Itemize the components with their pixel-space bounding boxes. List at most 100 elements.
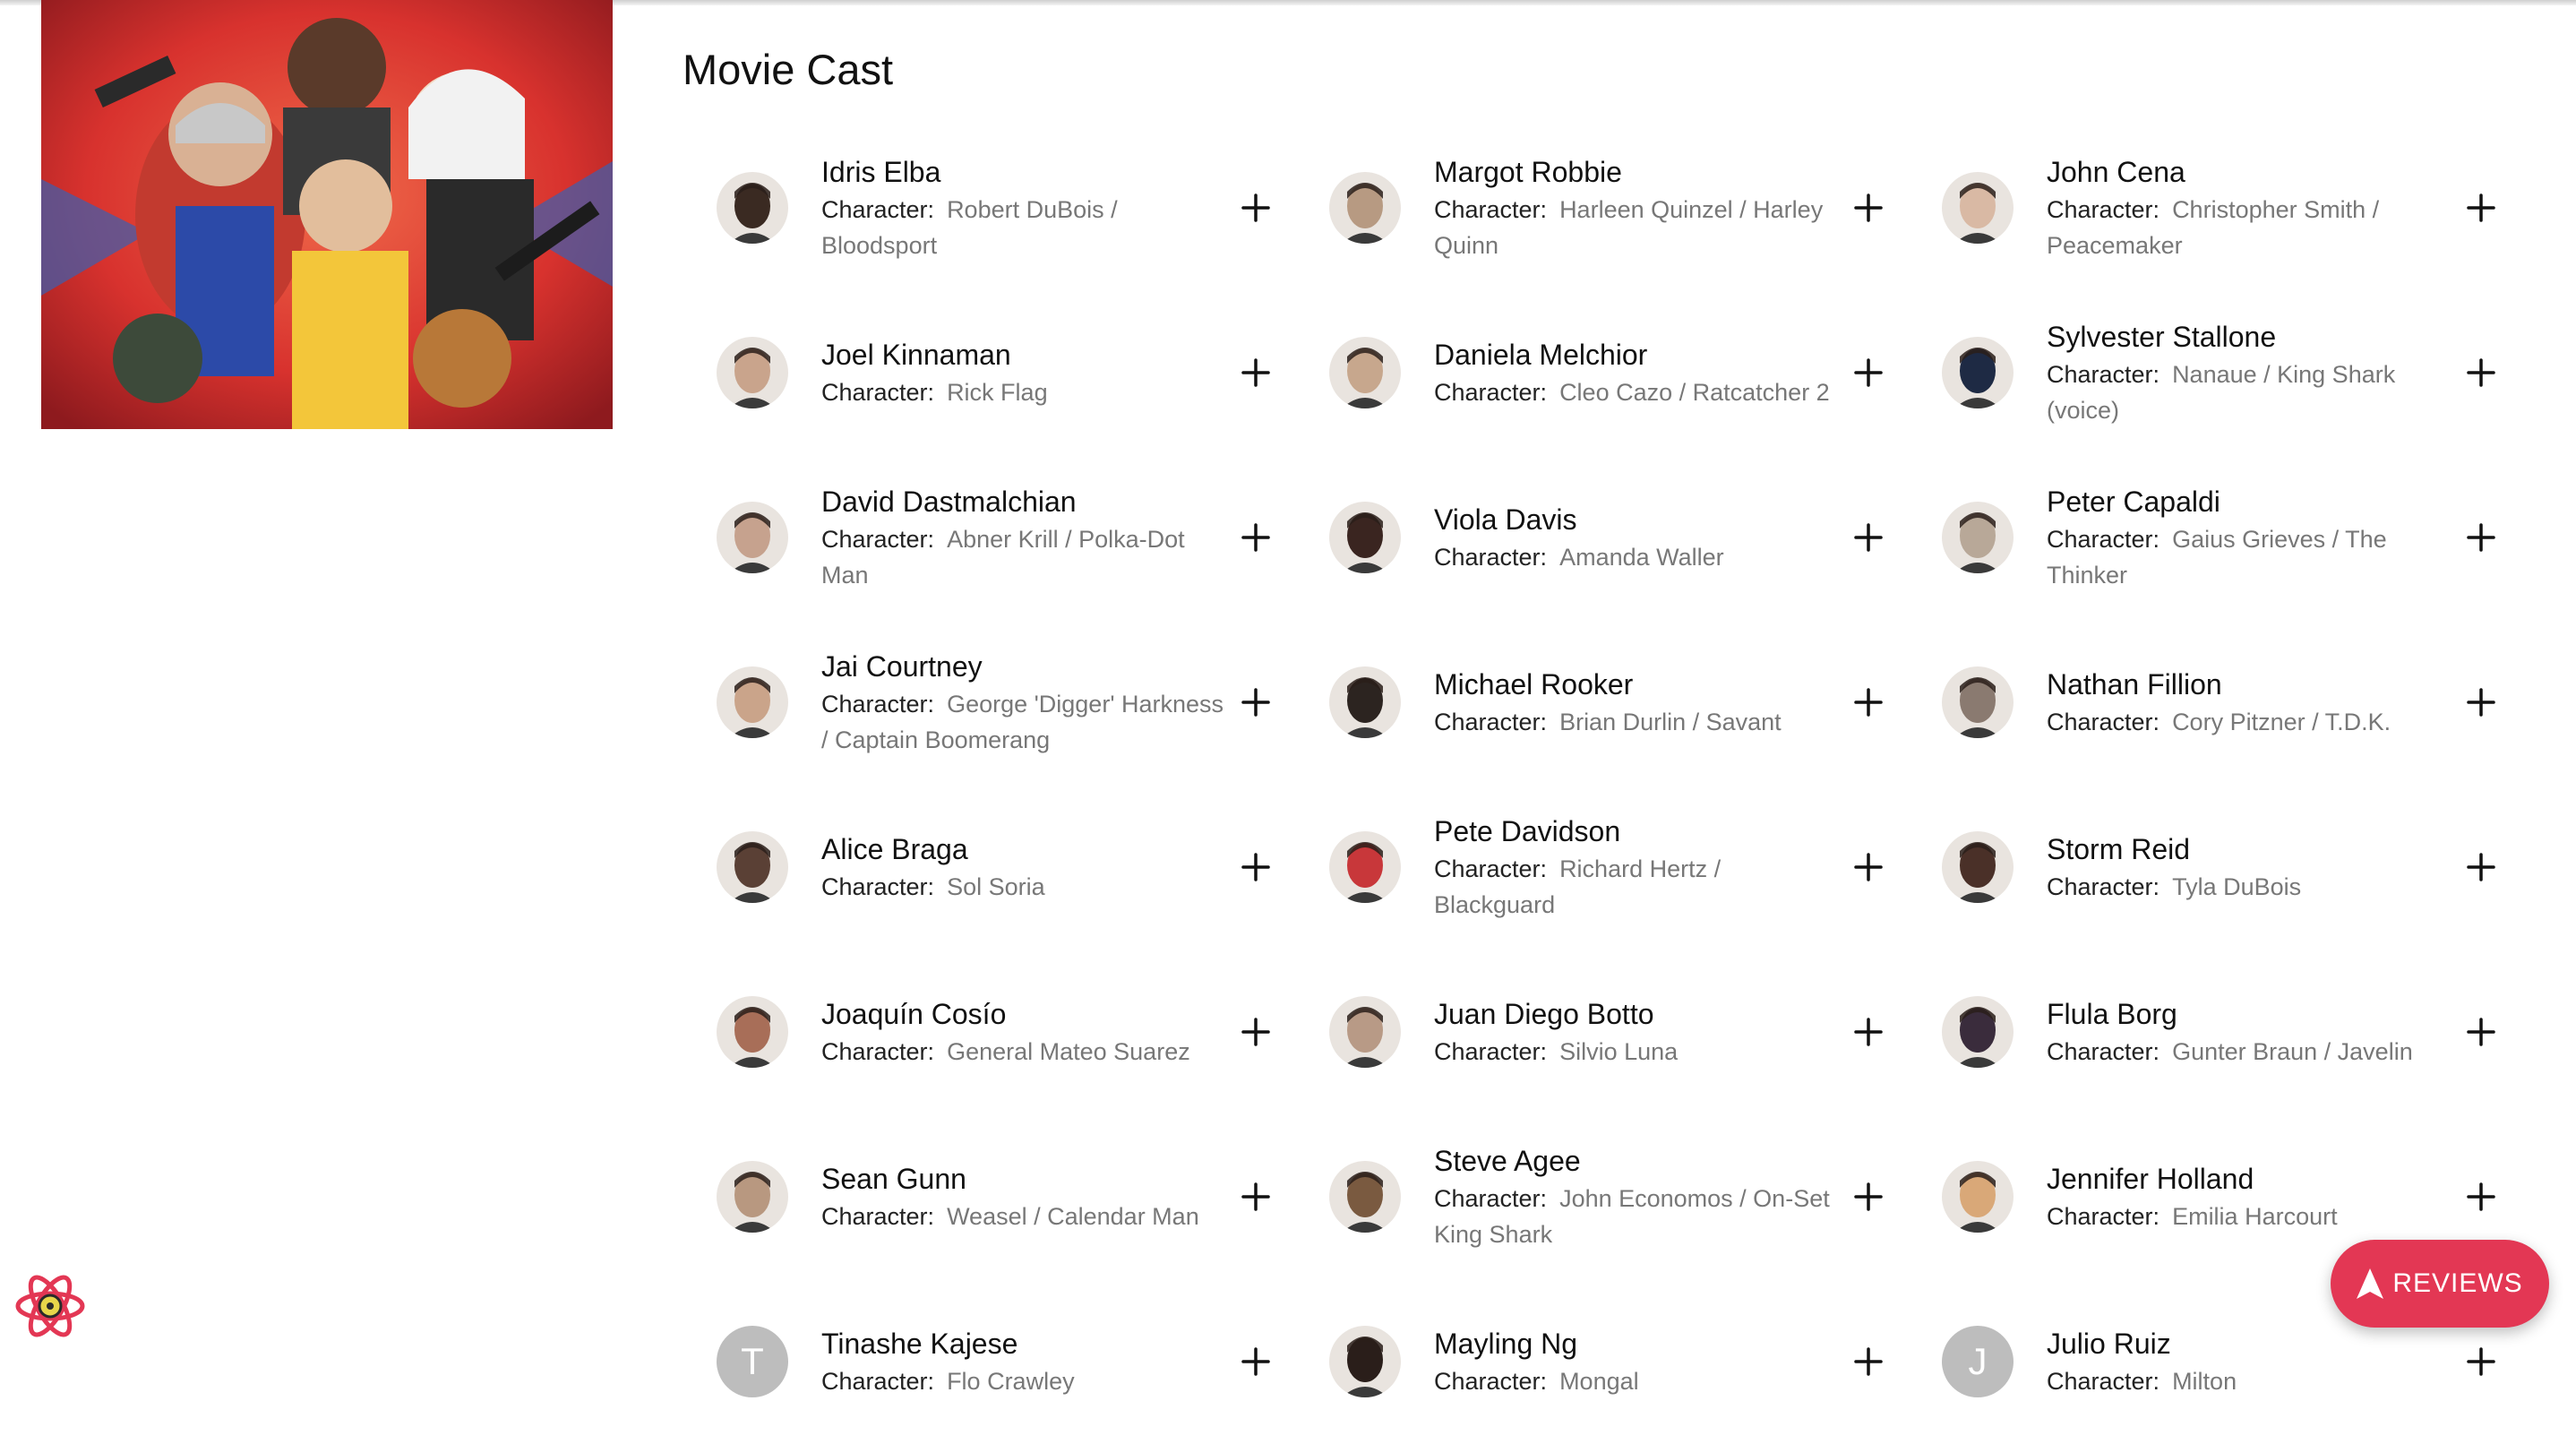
avatar bbox=[1329, 1161, 1401, 1233]
cast-info: Sylvester Stallone Character: Nanaue / Kin… bbox=[2047, 317, 2451, 428]
character-label: Character: bbox=[1434, 544, 1548, 571]
add-icon[interactable] bbox=[1849, 1342, 1888, 1381]
cast-name: Idris Elba bbox=[821, 156, 941, 188]
cast-member[interactable]: Flula Borg Character: Gunter Braun / Javel… bbox=[1942, 950, 2533, 1114]
character-name: Weasel / Calendar Man bbox=[947, 1203, 1199, 1230]
add-icon[interactable] bbox=[1236, 518, 1275, 557]
add-icon[interactable] bbox=[2461, 1342, 2501, 1381]
avatar bbox=[1329, 666, 1401, 738]
add-icon[interactable] bbox=[2461, 518, 2501, 557]
cast-row: Joaquín Cosío Character: General Mateo Sua… bbox=[717, 950, 2508, 1114]
avatar bbox=[1329, 831, 1401, 903]
add-icon[interactable] bbox=[1236, 188, 1275, 228]
cast-member[interactable]: Sylvester Stallone Character: Nanaue / Kin… bbox=[1942, 290, 2533, 455]
cast-member[interactable]: Michael Rooker Character: Brian Durlin / S… bbox=[1329, 620, 1920, 785]
add-icon[interactable] bbox=[2461, 1177, 2501, 1216]
cast-character: Character: Flo Crawley bbox=[821, 1363, 1226, 1399]
cast-member[interactable]: Margot Robbie Character: Harleen Quinzel /… bbox=[1329, 125, 1920, 290]
cast-member[interactable]: Joaquín Cosío Character: General Mateo Sua… bbox=[717, 950, 1308, 1114]
cast-name: Storm Reid bbox=[2047, 833, 2191, 865]
cast-member[interactable]: Nathan Fillion Character: Cory Pitzner / T… bbox=[1942, 620, 2533, 785]
add-icon[interactable] bbox=[1849, 683, 1888, 722]
cast-member[interactable]: Mayling Ng Character: Mongal bbox=[1329, 1279, 1920, 1444]
cast-member[interactable]: Peter Capaldi Character: Gaius Grieves / T… bbox=[1942, 455, 2533, 620]
app-logo-icon[interactable] bbox=[14, 1270, 86, 1342]
cast-member[interactable]: Alice Braga Character: Sol Soria bbox=[717, 785, 1308, 950]
cast-character: Character: Cleo Cazo / Ratcatcher 2 bbox=[1434, 374, 1839, 410]
character-name: Cleo Cazo / Ratcatcher 2 bbox=[1559, 379, 1830, 406]
avatar bbox=[1942, 172, 2014, 244]
cast-name: Julio Ruiz bbox=[2047, 1328, 2171, 1360]
cast-character: Character: Mongal bbox=[1434, 1363, 1839, 1399]
add-icon[interactable] bbox=[2461, 683, 2501, 722]
character-label: Character: bbox=[2047, 1203, 2160, 1230]
cast-info: Michael Rooker Character: Brian Durlin / S… bbox=[1434, 665, 1839, 740]
cast-character: Character: Cory Pitzner / T.D.K. bbox=[2047, 704, 2451, 740]
cast-member[interactable]: John Cena Character: Christopher Smith / P… bbox=[1942, 125, 2533, 290]
character-label: Character: bbox=[821, 1203, 935, 1230]
cast-row: Idris Elba Character: Robert DuBois / Bloo… bbox=[717, 125, 2508, 290]
cast-info: Joaquín Cosío Character: General Mateo Sua… bbox=[821, 994, 1226, 1070]
add-icon[interactable] bbox=[1236, 1177, 1275, 1216]
cast-member[interactable]: Juan Diego Botto Character: Silvio Luna bbox=[1329, 950, 1920, 1114]
cast-info: Tinashe Kajese Character: Flo Crawley bbox=[821, 1324, 1226, 1399]
add-icon[interactable] bbox=[1236, 353, 1275, 392]
cast-name: Tinashe Kajese bbox=[821, 1328, 1018, 1360]
cast-character: Character: General Mateo Suarez bbox=[821, 1034, 1226, 1070]
add-icon[interactable] bbox=[1849, 847, 1888, 887]
cast-member[interactable]: T Tinashe Kajese Character: Flo Crawley bbox=[717, 1279, 1308, 1444]
cast-member[interactable]: Sean Gunn Character: Weasel / Calendar Man bbox=[717, 1114, 1308, 1279]
cast-info: John Cena Character: Christopher Smith / P… bbox=[2047, 152, 2451, 263]
cast-character: Character: Robert DuBois / Bloodsport bbox=[821, 192, 1226, 263]
cast-member[interactable]: David Dastmalchian Character: Abner Krill … bbox=[717, 455, 1308, 620]
add-icon[interactable] bbox=[1849, 1012, 1888, 1052]
character-label: Character: bbox=[1434, 379, 1548, 406]
character-label: Character: bbox=[2047, 1368, 2160, 1395]
cast-member[interactable]: Storm Reid Character: Tyla DuBois bbox=[1942, 785, 2533, 950]
cast-info: Nathan Fillion Character: Cory Pitzner / T… bbox=[2047, 665, 2451, 740]
cast-info: Alice Braga Character: Sol Soria bbox=[821, 829, 1226, 905]
cast-member[interactable]: Daniela Melchior Character: Cleo Cazo / Ra… bbox=[1329, 290, 1920, 455]
add-icon[interactable] bbox=[1849, 518, 1888, 557]
add-icon[interactable] bbox=[1236, 1342, 1275, 1381]
cast-name: Michael Rooker bbox=[1434, 668, 1634, 701]
cast-member[interactable]: Steve Agee Character: John Economos / On-S… bbox=[1329, 1114, 1920, 1279]
add-icon[interactable] bbox=[1849, 188, 1888, 228]
reviews-button[interactable]: REVIEWS bbox=[2331, 1240, 2549, 1328]
avatar-placeholder: J bbox=[1942, 1326, 2014, 1397]
add-icon[interactable] bbox=[2461, 353, 2501, 392]
add-icon[interactable] bbox=[1849, 1177, 1888, 1216]
add-icon[interactable] bbox=[2461, 188, 2501, 228]
add-icon[interactable] bbox=[2461, 847, 2501, 887]
cast-row: David Dastmalchian Character: Abner Krill … bbox=[717, 455, 2508, 620]
cast-character: Character: Emilia Harcourt bbox=[2047, 1199, 2451, 1234]
cast-member[interactable]: Jai Courtney Character: George 'Digger' Ha… bbox=[717, 620, 1308, 785]
character-label: Character: bbox=[821, 379, 935, 406]
add-icon[interactable] bbox=[1236, 1012, 1275, 1052]
add-icon[interactable] bbox=[2461, 1012, 2501, 1052]
cast-info: Peter Capaldi Character: Gaius Grieves / T… bbox=[2047, 482, 2451, 593]
cast-member[interactable]: Idris Elba Character: Robert DuBois / Bloo… bbox=[717, 125, 1308, 290]
character-label: Character: bbox=[1434, 1185, 1548, 1212]
cast-character: Character: Gunter Braun / Javelin bbox=[2047, 1034, 2451, 1070]
cast-name: Jai Courtney bbox=[821, 650, 983, 683]
add-icon[interactable] bbox=[1236, 683, 1275, 722]
cast-member[interactable]: Joel Kinnaman Character: Rick Flag bbox=[717, 290, 1308, 455]
add-icon[interactable] bbox=[1849, 353, 1888, 392]
cast-name: David Dastmalchian bbox=[821, 486, 1077, 518]
character-label: Character: bbox=[1434, 1368, 1548, 1395]
cast-character: Character: Milton bbox=[2047, 1363, 2451, 1399]
cast-info: Joel Kinnaman Character: Rick Flag bbox=[821, 335, 1226, 410]
cast-member[interactable]: Viola Davis Character: Amanda Waller bbox=[1329, 455, 1920, 620]
avatar bbox=[1942, 1161, 2014, 1233]
cast-character: Character: Abner Krill / Polka-Dot Man bbox=[821, 521, 1226, 593]
character-label: Character: bbox=[821, 1368, 935, 1395]
character-label: Character: bbox=[1434, 855, 1548, 882]
cast-member[interactable]: Pete Davidson Character: Richard Hertz / B… bbox=[1329, 785, 1920, 950]
character-label: Character: bbox=[2047, 526, 2160, 553]
character-name: Emilia Harcourt bbox=[2172, 1203, 2338, 1230]
cast-name: Alice Braga bbox=[821, 833, 968, 865]
cast-character: Character: Sol Soria bbox=[821, 869, 1226, 905]
character-name: Rick Flag bbox=[947, 379, 1048, 406]
add-icon[interactable] bbox=[1236, 847, 1275, 887]
